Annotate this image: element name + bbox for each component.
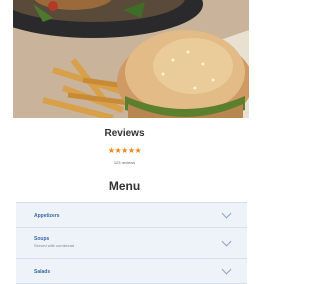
menu-section-soups[interactable]: Soups Served with cornbread — [16, 228, 247, 259]
menu-section-label: Soups — [34, 236, 50, 242]
menu-heading: Menu — [108, 179, 141, 193]
chevron-down-icon[interactable] — [221, 208, 232, 219]
menu-section-label: Appetizers — [34, 213, 60, 219]
menu-section-appetizers[interactable]: Appetizers — [16, 203, 247, 228]
hero-food-image — [13, 0, 249, 118]
menu-section-subtitle: Served with cornbread — [34, 243, 75, 248]
chevron-down-icon[interactable] — [221, 264, 232, 275]
menu-section-salads[interactable]: Salads — [16, 259, 247, 284]
reviews-heading: Reviews — [104, 128, 145, 139]
menu-section-label: Salads — [34, 269, 51, 275]
chevron-down-icon[interactable] — [221, 236, 232, 247]
star-rating-icons: ★★★★★ — [107, 146, 142, 155]
review-count: 123 reviews — [113, 160, 136, 165]
rating-stars: ★★★★★ — [0, 147, 249, 155]
menu-accordion: Appetizers Soups Served with cornbread S… — [16, 202, 247, 284]
